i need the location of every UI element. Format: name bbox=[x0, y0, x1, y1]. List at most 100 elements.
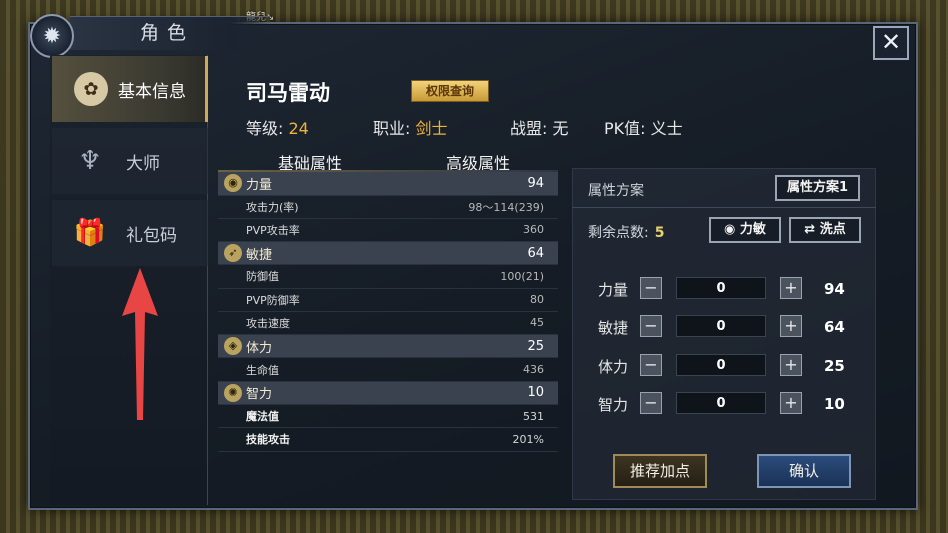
allocation-total: 94 bbox=[824, 280, 845, 298]
attribute-header-vitality: ◈ 体力 25 bbox=[218, 334, 558, 359]
attribute-row: 技能攻击 201% bbox=[218, 428, 558, 452]
reset-points-label: 洗点 bbox=[819, 222, 846, 237]
pk-info: PK值: 义士 bbox=[604, 115, 683, 139]
attribute-value: 10 bbox=[527, 385, 544, 401]
remaining-label: 剩余点数: bbox=[588, 225, 649, 241]
sidebar-item-label: 大师 bbox=[126, 153, 160, 174]
attribute-name: PVP攻击率 bbox=[246, 223, 300, 237]
attribute-name: PVP防御率 bbox=[246, 293, 300, 307]
attribute-row: 生命值 436 bbox=[218, 358, 558, 382]
remaining-points: 剩余点数: 5 bbox=[588, 222, 664, 242]
attribute-name: 防御值 bbox=[246, 270, 279, 284]
close-button[interactable]: ✕ bbox=[873, 26, 909, 60]
allocation-input[interactable]: 0 bbox=[676, 392, 766, 414]
attribute-row: 魔法值 531 bbox=[218, 405, 558, 429]
sidebar-item-label: 基本信息 bbox=[118, 81, 186, 102]
allocation-row-agility: 敏捷 − 0 + 64 bbox=[598, 315, 858, 339]
allocation-label: 体力 bbox=[598, 358, 629, 376]
remaining-value: 5 bbox=[654, 225, 665, 241]
attribute-name: 攻击力(率) bbox=[246, 200, 299, 214]
attribute-row: PVP攻击率 360 bbox=[218, 219, 558, 242]
attribute-name: 智力 bbox=[246, 387, 273, 403]
level-label: 等级: bbox=[246, 119, 284, 138]
class-info: 职业: 剑士 bbox=[373, 115, 448, 139]
allocation-label: 敏捷 bbox=[598, 319, 629, 337]
up-arrow-annotation bbox=[122, 268, 158, 420]
allocation-label: 力量 bbox=[598, 281, 629, 299]
attribute-value: 100(21) bbox=[500, 269, 544, 283]
plus-button[interactable]: + bbox=[780, 277, 802, 299]
emblem-icon: ✹ bbox=[30, 14, 74, 58]
alliance-info: 战盟: 无 bbox=[510, 115, 569, 139]
minus-button[interactable]: − bbox=[640, 315, 662, 337]
strength-agility-label: 力敏 bbox=[739, 222, 766, 237]
allocation-row-strength: 力量 − 0 + 94 bbox=[598, 277, 858, 301]
attribute-table: ◉ 力量 94 攻击力(率) 98～114(239) PVP攻击率 360 ➶ … bbox=[218, 172, 558, 452]
sidebar-item-basic-info[interactable]: ✿ 基本信息 bbox=[52, 56, 208, 122]
attribute-row: 攻击速度 45 bbox=[218, 312, 558, 335]
attribute-value: 25 bbox=[527, 338, 544, 354]
allocation-label: 智力 bbox=[598, 396, 629, 414]
intelligence-icon: ✺ bbox=[224, 383, 242, 402]
allocation-input[interactable]: 0 bbox=[676, 315, 766, 337]
divider bbox=[572, 207, 876, 208]
confirm-button[interactable]: 确认 bbox=[757, 454, 851, 488]
allocation-input[interactable]: 0 bbox=[676, 277, 766, 299]
agility-icon: ➶ bbox=[224, 244, 242, 263]
minus-button[interactable]: − bbox=[640, 392, 662, 414]
alliance-value: 无 bbox=[552, 119, 569, 138]
class-value: 剑士 bbox=[415, 119, 448, 138]
winged-emblem-icon: ♆ bbox=[78, 146, 102, 176]
attribute-value: 531 bbox=[523, 409, 544, 423]
level-value: 24 bbox=[288, 119, 309, 138]
attribute-name: 体力 bbox=[246, 340, 273, 356]
attribute-value: 45 bbox=[530, 316, 544, 330]
level-info: 等级: 24 bbox=[246, 115, 309, 139]
tab-basic-attributes[interactable]: 基础属性 bbox=[262, 150, 358, 173]
attribute-name: 力量 bbox=[246, 177, 273, 193]
allocation-row-vitality: 体力 − 0 + 25 bbox=[598, 354, 858, 378]
attribute-header-intelligence: ✺ 智力 10 bbox=[218, 381, 558, 406]
minus-button[interactable]: − bbox=[640, 354, 662, 376]
vitality-icon: ◈ bbox=[224, 337, 242, 356]
attribute-value: 94 bbox=[527, 175, 544, 191]
attribute-header-agility: ➶ 敏捷 64 bbox=[218, 241, 558, 266]
reset-points-button[interactable]: ⇄ 洗点 bbox=[789, 217, 861, 243]
sidebar-item-gift-code[interactable]: 🎁 礼包码 bbox=[52, 200, 208, 266]
attribute-name: 敏捷 bbox=[246, 247, 273, 263]
attribute-row: 防御值 100(21) bbox=[218, 265, 558, 289]
refresh-icon: ⇄ bbox=[804, 222, 816, 237]
strength-agility-icon: ◉ bbox=[724, 222, 736, 237]
attribute-name: 技能攻击 bbox=[246, 433, 290, 447]
class-label: 职业: bbox=[373, 119, 411, 138]
attribute-value: 360 bbox=[523, 223, 544, 237]
scheme-select-button[interactable]: 属性方案1 bbox=[775, 175, 860, 201]
attribute-value: 80 bbox=[530, 293, 544, 307]
plus-button[interactable]: + bbox=[780, 354, 802, 376]
window-title: 角色 bbox=[140, 22, 195, 44]
minus-button[interactable]: − bbox=[640, 277, 662, 299]
attribute-header-strength: ◉ 力量 94 bbox=[218, 172, 558, 196]
attribute-value: 201% bbox=[512, 432, 544, 446]
gift-box-icon: 🎁 bbox=[73, 218, 107, 248]
allocation-input[interactable]: 0 bbox=[676, 354, 766, 376]
attribute-name: 攻击速度 bbox=[246, 316, 290, 330]
character-name: 司马雷动 bbox=[246, 81, 330, 105]
allocation-total: 25 bbox=[824, 357, 845, 375]
strength-agility-button[interactable]: ◉ 力敏 bbox=[709, 217, 781, 243]
pk-label: PK值: bbox=[604, 119, 646, 138]
attribute-value: 436 bbox=[523, 363, 544, 377]
tab-advanced-attributes[interactable]: 高级属性 bbox=[430, 150, 526, 173]
plus-button[interactable]: + bbox=[780, 392, 802, 414]
sidebar-item-master[interactable]: ♆ 大师 bbox=[52, 128, 208, 194]
permission-query-button[interactable]: 权限查询 bbox=[411, 80, 489, 102]
attribute-value: 98～114(239) bbox=[468, 200, 544, 214]
attribute-name: 魔法值 bbox=[246, 410, 279, 424]
attribute-row: 攻击力(率) 98～114(239) bbox=[218, 196, 558, 219]
attribute-value: 64 bbox=[527, 245, 544, 261]
alliance-label: 战盟: bbox=[510, 119, 548, 138]
allocation-row-intelligence: 智力 − 0 + 10 bbox=[598, 392, 858, 416]
recommend-points-button[interactable]: 推荐加点 bbox=[613, 454, 707, 488]
pk-value: 义士 bbox=[650, 119, 683, 138]
plus-button[interactable]: + bbox=[780, 315, 802, 337]
